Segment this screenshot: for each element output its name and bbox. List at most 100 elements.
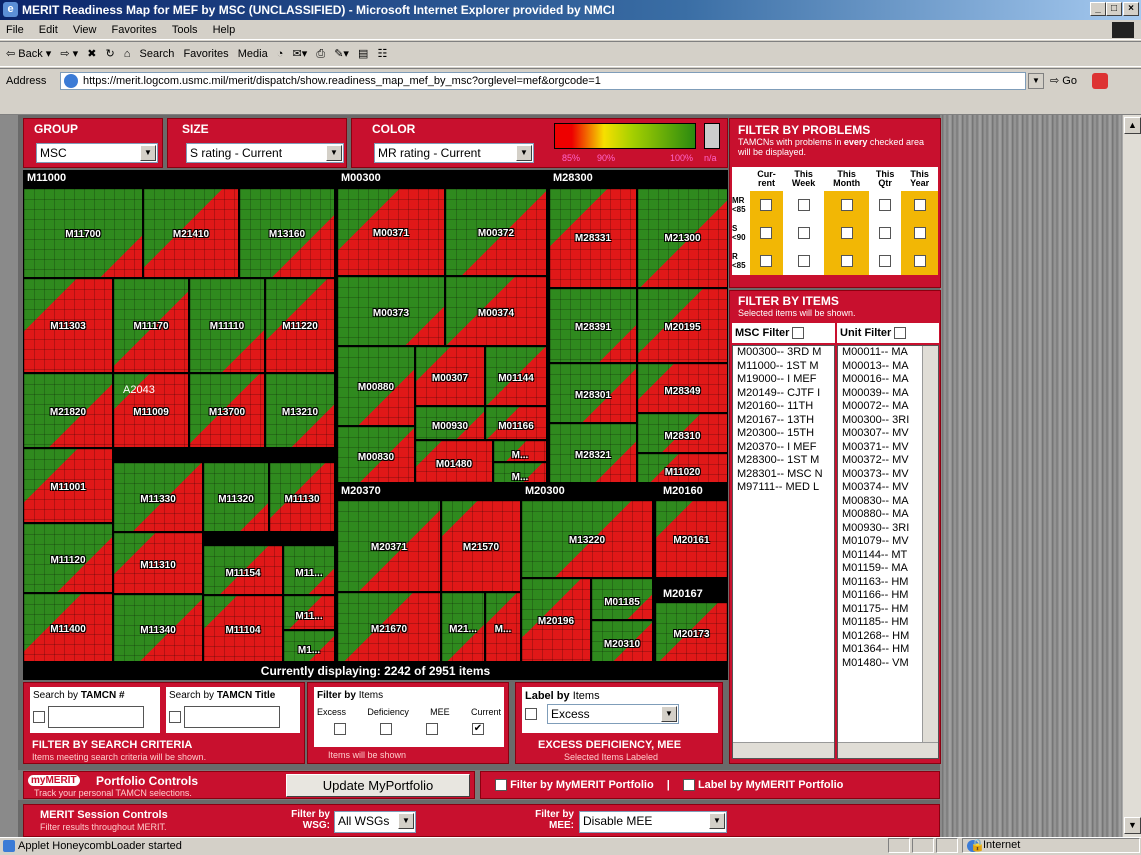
treemap-cell[interactable]: M... (493, 462, 547, 483)
mr-year-checkbox[interactable] (913, 199, 926, 211)
msc-list-item[interactable]: M00300-- 3RD M (735, 346, 834, 360)
current-checkbox[interactable]: ✔ (472, 723, 484, 735)
label-select[interactable]: Excess ▼ (547, 704, 679, 724)
research-button[interactable]: ☷ (377, 48, 387, 60)
treemap-cell[interactable]: M13160 (239, 188, 335, 278)
treemap-cell[interactable]: M00930 (415, 406, 485, 440)
treemap-cell[interactable]: M1... (283, 630, 335, 662)
mr-month-checkbox[interactable] (840, 199, 853, 211)
treemap-cell[interactable]: M00372 (445, 188, 547, 276)
address-input[interactable]: https://merit.logcom.usmc.mil/merit/disp… (60, 72, 1026, 90)
label-checkbox[interactable] (525, 708, 537, 721)
page-scrollbar[interactable]: ▲ ▼ (1122, 115, 1141, 837)
s-current-checkbox[interactable] (760, 227, 773, 239)
r-year-checkbox[interactable] (913, 255, 926, 267)
menu-edit[interactable]: Edit (39, 24, 58, 36)
wsg-select[interactable]: All WSGs ▼ (334, 811, 416, 833)
unit-filter-checkbox[interactable] (894, 327, 907, 340)
readiness-treemap[interactable]: M11000 M00300 M28300 M20370 M20300 M2016… (23, 170, 728, 662)
excess-checkbox[interactable] (334, 723, 346, 735)
treemap-cell[interactable]: M20195 (637, 288, 728, 363)
treemap-cell[interactable]: M20196 (521, 578, 591, 662)
msc-list-item[interactable]: M20160-- 11TH (735, 400, 834, 414)
treemap-cell[interactable]: M01480 (415, 440, 493, 483)
forward-button[interactable]: ⇨ ▾ (60, 48, 78, 60)
treemap-cell[interactable]: M28331 (549, 188, 637, 288)
treemap-cell[interactable]: M21820 (23, 373, 113, 448)
treemap-cell[interactable]: M28301 (549, 363, 637, 423)
msc-hscroll[interactable] (733, 742, 834, 758)
treemap-cell[interactable]: M11303 (23, 278, 113, 373)
favorites-button[interactable]: Favorites (183, 48, 228, 60)
color-select[interactable]: MR rating - Current ▼ (374, 143, 534, 163)
treemap-cell[interactable]: M11170 (113, 278, 189, 373)
treemap-cell[interactable]: M11700 (23, 188, 143, 278)
treemap-cell[interactable]: M... (493, 440, 547, 462)
back-button[interactable]: ⇦ Back ▾ (6, 48, 51, 60)
treemap-cell[interactable]: M11... (283, 595, 335, 630)
treemap-cell[interactable]: M11340 (113, 594, 203, 662)
history-button[interactable]: ◔ (277, 48, 284, 60)
r-current-checkbox[interactable] (760, 255, 773, 267)
menu-view[interactable]: View (73, 24, 97, 36)
menu-tools[interactable]: Tools (172, 24, 198, 36)
treemap-cell[interactable]: M11110 (189, 278, 265, 373)
treemap-cell[interactable]: M28310 (637, 413, 728, 453)
go-button[interactable]: ⇨ Go (1050, 69, 1077, 93)
links-icon[interactable] (1092, 73, 1108, 89)
msc-list-item[interactable]: M19000-- I MEF (735, 373, 834, 387)
r-qtr-checkbox[interactable] (879, 255, 892, 267)
mr-current-checkbox[interactable] (760, 199, 773, 211)
treemap-cell[interactable]: M20161 (655, 500, 728, 578)
home-button[interactable]: ⌂ (124, 48, 131, 60)
treemap-cell[interactable]: M11... (283, 545, 335, 595)
treemap-cell[interactable]: M20371 (337, 500, 441, 592)
s-month-checkbox[interactable] (840, 227, 853, 239)
update-portfolio-button[interactable]: Update MyPortfolio (286, 774, 470, 797)
menu-file[interactable]: File (6, 24, 24, 36)
scroll-up-icon[interactable]: ▲ (1124, 117, 1141, 134)
treemap-cell[interactable]: M00374 (445, 276, 547, 346)
title-checkbox[interactable] (169, 711, 181, 723)
treemap-cell[interactable]: M00307 (415, 346, 485, 406)
search-button[interactable]: Search (140, 48, 175, 60)
treemap-cell[interactable]: M... (485, 592, 521, 662)
scroll-down-icon[interactable]: ▼ (1124, 817, 1141, 834)
msc-list-item[interactable]: M28301-- MSC N (735, 468, 834, 482)
msc-listbox[interactable]: M00300-- 3RD M M11000-- 1ST M M19000-- I M… (732, 345, 835, 759)
treemap-cell[interactable]: M21410 (143, 188, 239, 278)
treemap-cell[interactable]: M11120 (23, 523, 113, 593)
treemap-cell[interactable]: M21670 (337, 592, 441, 662)
treemap-cell[interactable]: M11104 (203, 595, 283, 662)
deficiency-checkbox[interactable] (380, 723, 392, 735)
treemap-cell[interactable]: M01185 (591, 578, 653, 620)
treemap-cell[interactable]: M21570 (441, 500, 521, 592)
msc-list-item[interactable]: M20167-- 13TH (735, 414, 834, 428)
treemap-cell[interactable]: M00373 (337, 276, 445, 346)
msc-list-item[interactable]: M20370-- I MEF (735, 441, 834, 455)
treemap-cell[interactable]: M28321 (549, 423, 637, 483)
mr-qtr-checkbox[interactable] (879, 199, 892, 211)
treemap-cell[interactable]: M13700 (189, 373, 265, 448)
unit-vscroll[interactable] (922, 346, 938, 758)
r-week-checkbox[interactable] (797, 255, 810, 267)
treemap-cell[interactable]: M00371 (337, 188, 445, 276)
treemap-cell[interactable]: M00880 (337, 346, 415, 426)
s-week-checkbox[interactable] (797, 227, 810, 239)
mee-checkbox[interactable] (426, 723, 438, 735)
treemap-cell[interactable]: M11001 (23, 448, 113, 523)
msc-list-item[interactable]: M20300-- 15TH (735, 427, 834, 441)
media-button[interactable]: Media (238, 48, 268, 60)
portfolio-filter-checkbox[interactable] (495, 779, 507, 792)
treemap-cell[interactable]: M11020 (637, 453, 728, 483)
group-select[interactable]: MSC ▼ (36, 143, 158, 163)
treemap-cell[interactable]: M11400 (23, 593, 113, 662)
treemap-cell[interactable]: M01144 (485, 346, 547, 406)
print-button[interactable]: ⎙ (316, 48, 325, 60)
unit-hscroll[interactable] (838, 742, 938, 758)
portfolio-label-checkbox[interactable] (682, 779, 695, 792)
mr-week-checkbox[interactable] (797, 199, 810, 211)
treemap-cell[interactable]: M21300 (637, 188, 728, 288)
treemap-cell[interactable]: M13220 (521, 500, 653, 578)
treemap-cell[interactable]: M20173 (655, 602, 728, 662)
